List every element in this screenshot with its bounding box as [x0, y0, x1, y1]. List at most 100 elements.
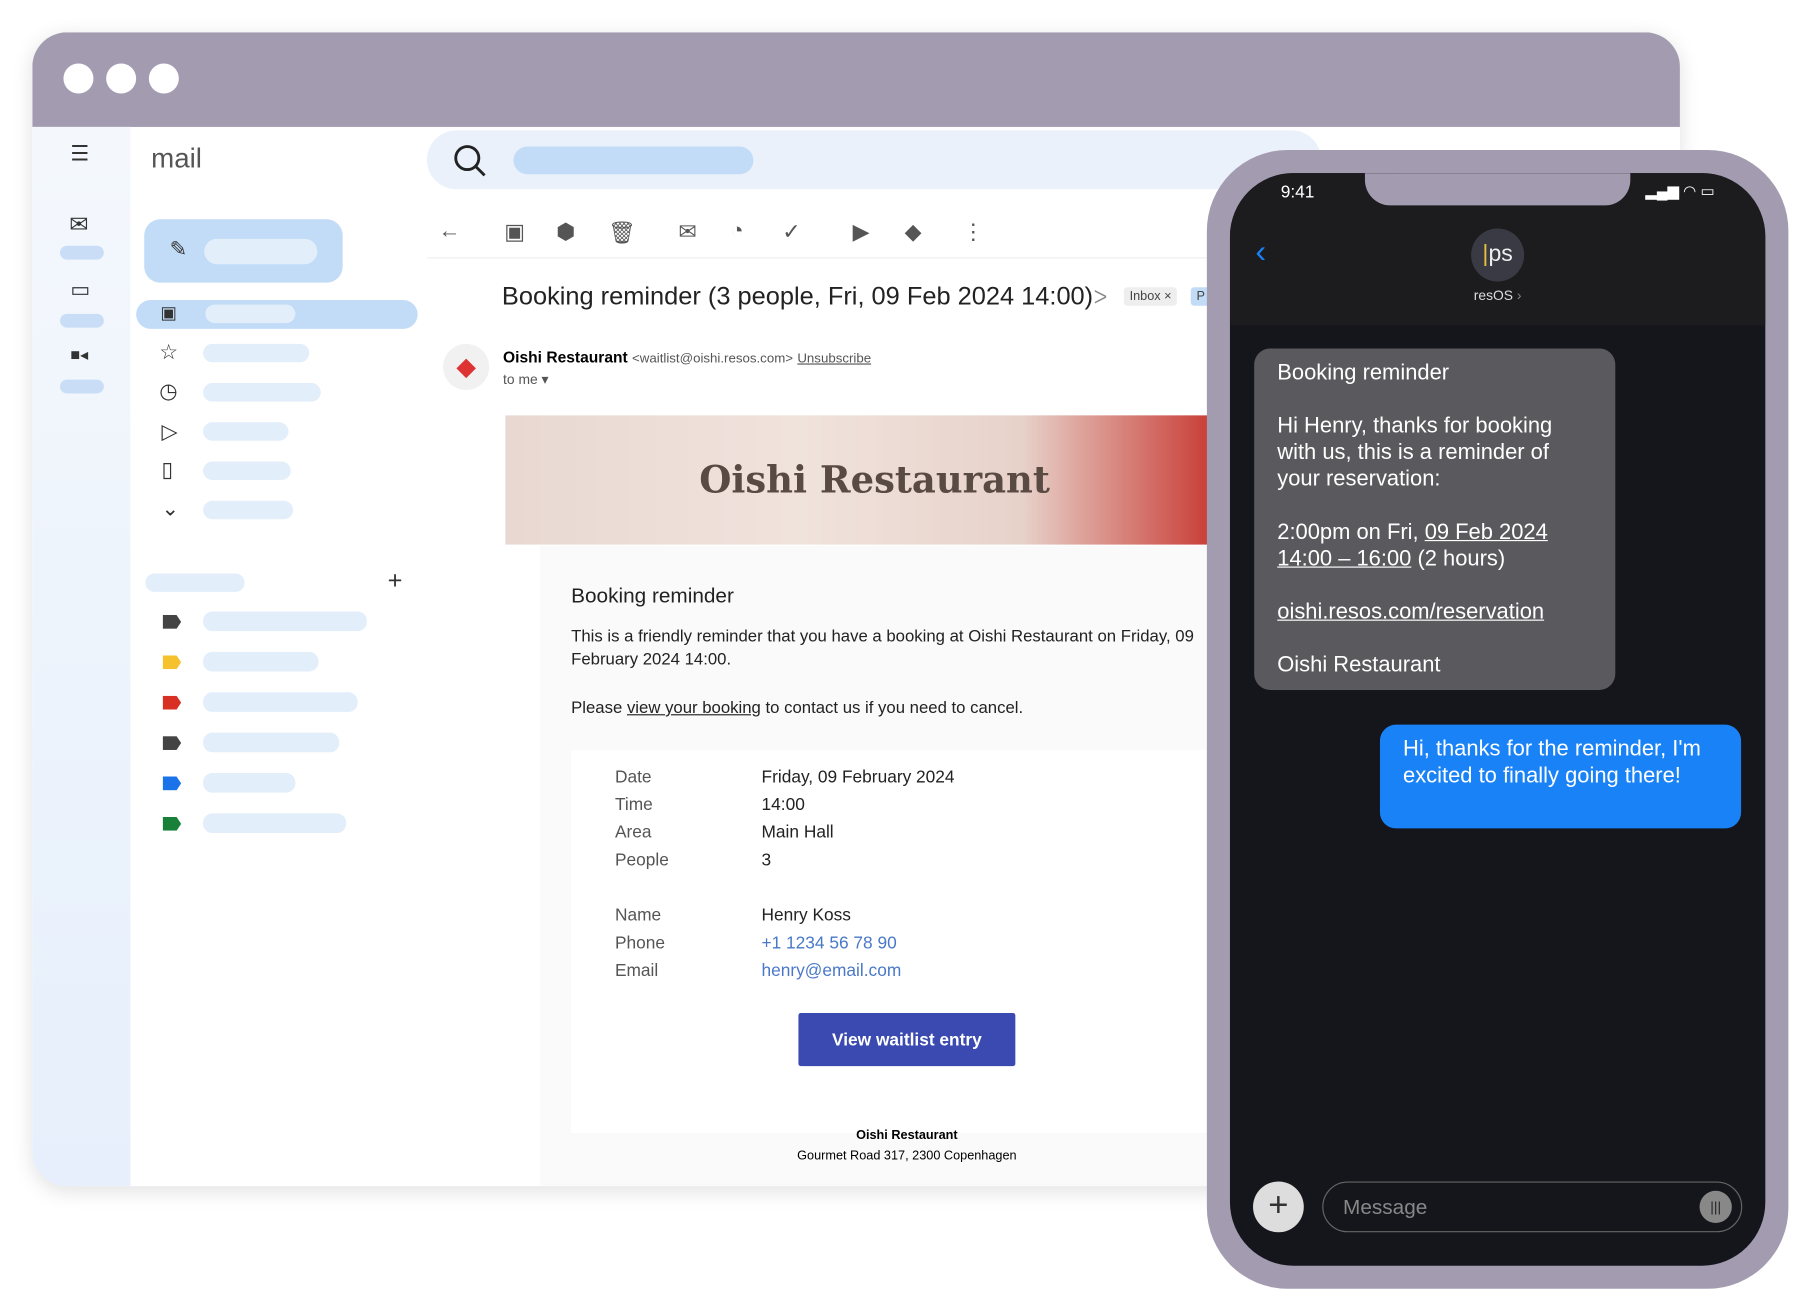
inbox-tag[interactable]: Inbox ×: [1123, 287, 1178, 306]
audio-icon[interactable]: |||: [1699, 1190, 1732, 1224]
msg-title: Booking reminder: [1277, 361, 1450, 386]
banner-title: Oishi Restaurant: [699, 458, 1050, 502]
placeholder-bar: [203, 813, 347, 834]
label-icon[interactable]: [162, 695, 182, 710]
placeholder-bar: [203, 732, 340, 753]
view-booking-link[interactable]: view your booking: [627, 699, 761, 717]
detail-label: People: [614, 850, 669, 870]
contact-value: Henry Koss: [761, 905, 851, 926]
detail-label: Date: [614, 767, 652, 787]
placeholder-bar: [203, 461, 291, 480]
important-icon[interactable]: ᐳ: [1094, 286, 1107, 309]
placeholder-bar: [203, 773, 296, 793]
chevron-down-icon[interactable]: ⌄: [162, 498, 179, 519]
contact-label: Phone: [614, 933, 666, 954]
snooze-icon[interactable]: ◔: [730, 219, 743, 244]
mail-logo: mail: [151, 143, 202, 175]
placeholder-bar: [203, 500, 294, 520]
msg-when: 2:00pm on Fri, 09 Feb 2024 14:00 – 16:00…: [1277, 519, 1592, 572]
email-subject: Booking reminder (3 people, Fri, 09 Feb …: [501, 281, 1094, 311]
sender-name: Oishi Restaurant: [503, 348, 628, 366]
placeholder-bar: [203, 611, 367, 632]
text: Please: [571, 699, 627, 718]
status-time: 9:41: [1280, 182, 1315, 202]
text: (2 hours): [1411, 546, 1506, 572]
placeholder-bar: [203, 383, 321, 402]
sender-avatar: ◆: [443, 343, 490, 390]
incoming-message: Booking reminder Hi Henry, thanks for bo…: [1254, 348, 1616, 690]
detail-label: Time: [614, 794, 653, 815]
contact-value[interactable]: henry@email.com: [762, 961, 902, 981]
window-dot[interactable]: [106, 63, 137, 94]
detail-value: 3: [761, 850, 772, 870]
phone: 9:41 ▂▄▆ ◠ ▭ ‹ |ps resOS › Booking remin…: [1206, 149, 1789, 1289]
menu-icon[interactable]: ☰: [70, 143, 89, 164]
report-spam-icon[interactable]: ⬢: [556, 219, 575, 246]
contact-avatar[interactable]: |ps: [1471, 228, 1525, 282]
placeholder-bar: [205, 304, 296, 324]
notch: [1364, 173, 1631, 206]
delete-icon[interactable]: 🗑: [608, 219, 636, 247]
window-dot[interactable]: [148, 63, 179, 94]
msg-body: Hi Henry, thanks for booking with us, th…: [1277, 414, 1553, 492]
reservation-link[interactable]: oishi.resos.com/reservation: [1277, 600, 1544, 624]
label-icon[interactable]: [162, 655, 182, 670]
search-input[interactable]: [513, 146, 754, 175]
sender-email: <waitlist@oishi.resos.com>: [632, 351, 794, 366]
restaurant-banner: Oishi Restaurant: [505, 415, 1244, 545]
placeholder-bar: [203, 692, 358, 712]
label-icon[interactable]: [162, 776, 182, 791]
detail-value: Friday, 09 February 2024: [761, 767, 955, 787]
app-rail: ☰ ✉ ▭ ■◂: [32, 126, 131, 1187]
label-icon[interactable]: [162, 816, 182, 831]
video-icon[interactable]: ■◂: [70, 346, 88, 362]
label-icon[interactable]: [162, 614, 182, 629]
text: to contact us if you need to cancel.: [760, 699, 1024, 718]
messages-screen: 9:41 ▂▄▆ ◠ ▭ ‹ |ps resOS › Booking remin…: [1229, 173, 1766, 1266]
unsubscribe-link[interactable]: Unsubscribe: [797, 352, 871, 366]
contact-label: Name: [614, 905, 662, 926]
send-icon[interactable]: ▷: [162, 421, 178, 442]
label-icon[interactable]: ◆: [905, 219, 922, 246]
title-bar: [32, 32, 1680, 127]
back-icon[interactable]: ←: [438, 219, 460, 244]
search-bar[interactable]: [426, 130, 1322, 190]
move-to-icon[interactable]: ▶: [853, 219, 870, 246]
status-icons: ▂▄▆ ◠ ▭: [1645, 182, 1715, 200]
message-input[interactable]: Message |||: [1322, 1181, 1743, 1233]
more-icon[interactable]: ⋮: [962, 219, 984, 246]
plus-icon[interactable]: +: [388, 567, 403, 593]
file-icon[interactable]: ▯: [162, 459, 173, 480]
back-chevron-icon[interactable]: ‹: [1255, 233, 1266, 270]
input-placeholder: Message: [1343, 1195, 1428, 1219]
text: 2:00pm on Fri,: [1277, 520, 1425, 545]
label-icon[interactable]: [162, 736, 182, 750]
body-paragraph-2: Please view your booking to contact us i…: [571, 699, 1023, 717]
outgoing-message: Hi, thanks for the reminder, I'm excited…: [1379, 724, 1742, 829]
footer-address: Gourmet Road 317, 2300 Copenhagen: [797, 1149, 1017, 1164]
contact-value[interactable]: +1 1234 56 78 90: [762, 933, 897, 953]
archive-icon[interactable]: ▣: [504, 219, 525, 246]
contact-name[interactable]: resOS ›: [1438, 287, 1558, 303]
search-icon: [454, 145, 486, 177]
chat-icon[interactable]: ▭: [70, 279, 90, 300]
avatar-text: ps: [1488, 241, 1513, 267]
detail-value: 14:00: [761, 794, 805, 815]
recipient-dropdown[interactable]: to me ▾: [503, 372, 548, 388]
msg-signature: Oishi Restaurant: [1277, 653, 1441, 678]
chevron-right-icon: ›: [1516, 287, 1522, 304]
view-waitlist-button[interactable]: View waitlist entry: [798, 1013, 1016, 1067]
window-dot[interactable]: [63, 63, 94, 94]
plus-button[interactable]: +: [1253, 1181, 1304, 1233]
star-icon[interactable]: ☆: [159, 342, 178, 363]
placeholder-bar: [59, 379, 104, 394]
placeholder-bar: [204, 238, 318, 265]
placeholder-bar: [59, 245, 104, 260]
compose-button[interactable]: ✎: [144, 219, 343, 283]
placeholder-bar: [59, 313, 104, 328]
mark-unread-icon[interactable]: ✉: [678, 219, 696, 246]
sender-line: Oishi Restaurant <waitlist@oishi.resos.c…: [503, 348, 871, 365]
add-task-icon[interactable]: ✓: [782, 219, 800, 246]
mail-icon[interactable]: ✉: [69, 213, 88, 236]
clock-icon[interactable]: ◷: [159, 381, 177, 402]
